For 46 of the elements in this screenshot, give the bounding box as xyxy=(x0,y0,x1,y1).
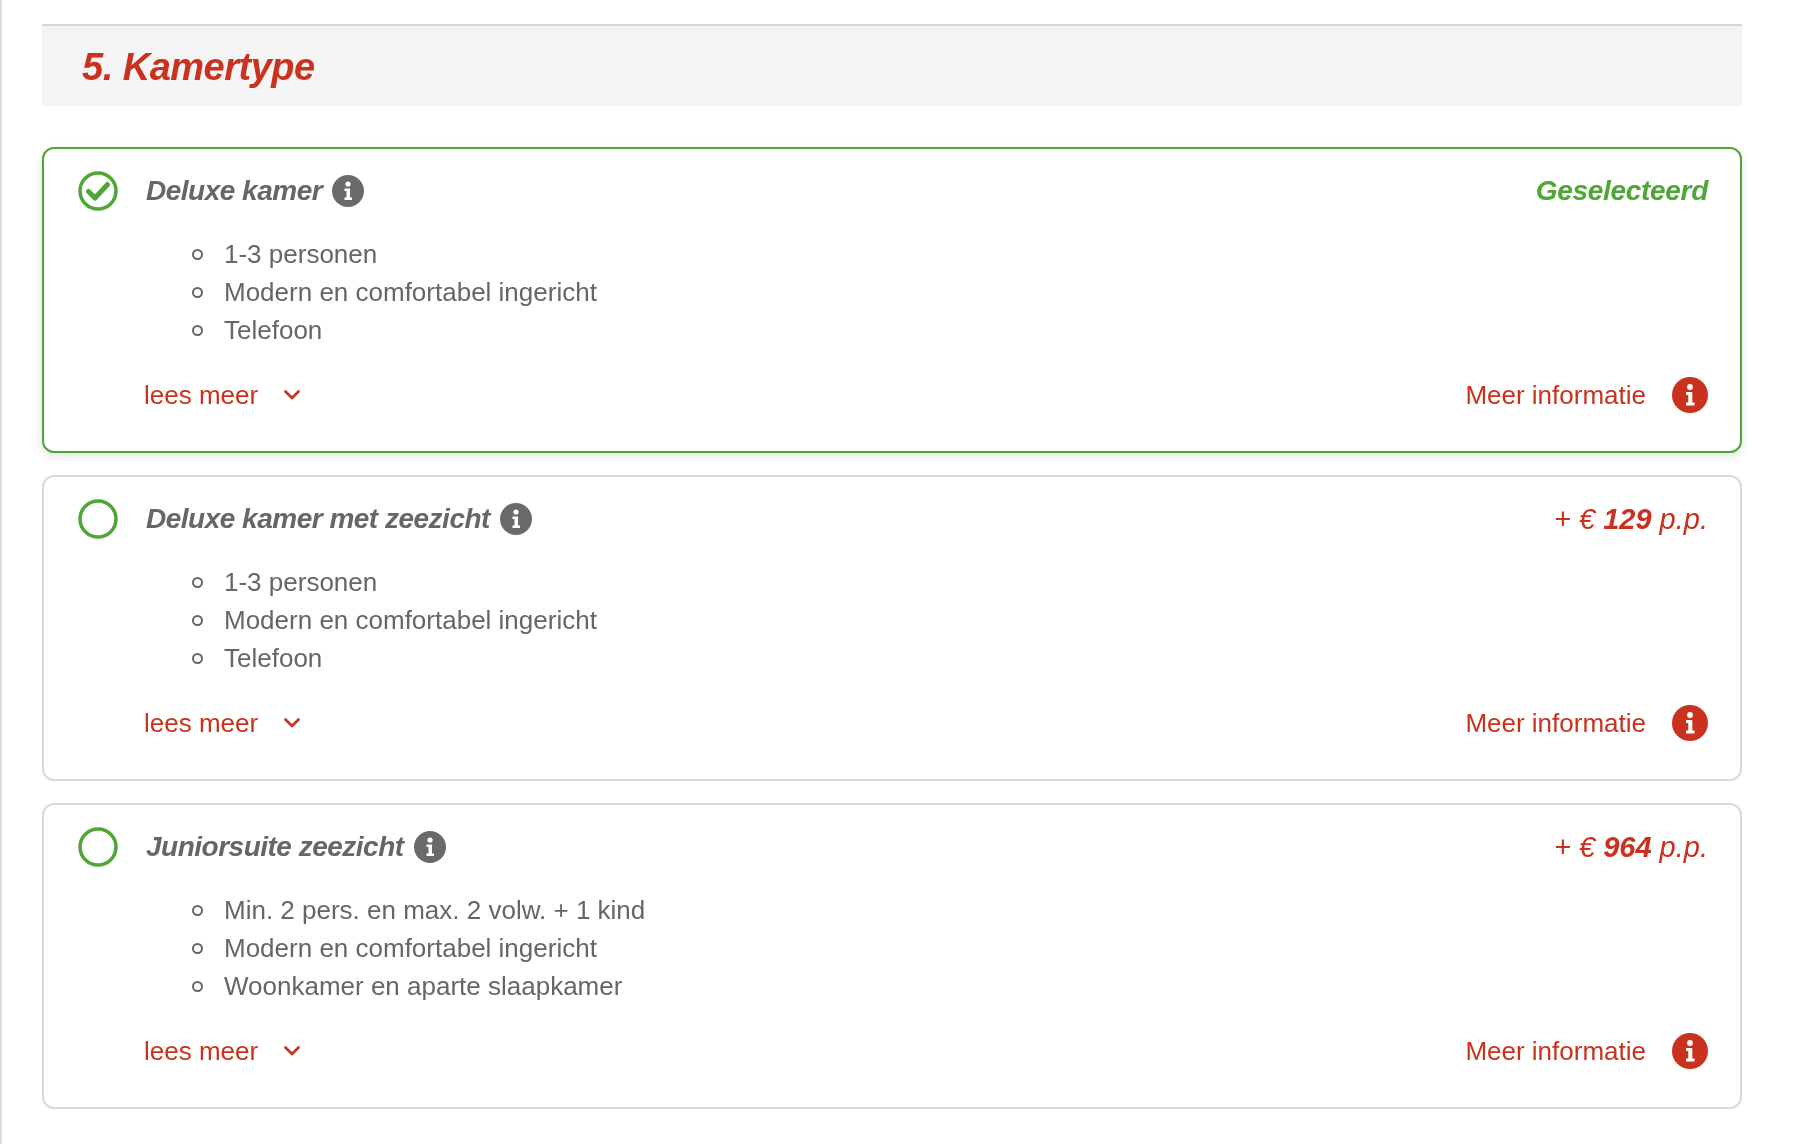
feature-text: Woonkamer en aparte slaapkamer xyxy=(224,970,623,1002)
info-icon[interactable] xyxy=(332,175,365,207)
room-title: Deluxe kamer xyxy=(146,175,323,207)
selected-label: Geselecteerd xyxy=(1535,175,1708,207)
info-icon xyxy=(1672,705,1708,741)
info-icon[interactable] xyxy=(499,503,532,535)
more-info-link[interactable]: Meer informatie xyxy=(1465,705,1708,741)
room-title: Juniorsuite zeezicht xyxy=(146,831,404,863)
bullet-icon xyxy=(192,248,203,260)
radio-button[interactable] xyxy=(78,171,118,211)
bullet-icon xyxy=(192,980,203,992)
read-more-link[interactable]: lees meer xyxy=(144,379,301,411)
feature-text: Telefoon xyxy=(224,314,323,346)
price-label: + € 129 p.p. xyxy=(1554,502,1708,536)
bullet-icon xyxy=(192,286,203,298)
price-label: + € 964 p.p. xyxy=(1554,830,1708,864)
feature-text: Modern en comfortabel ingericht xyxy=(224,604,597,636)
room-title: Deluxe kamer met zeezicht xyxy=(146,503,490,535)
feature-text: Modern en comfortabel ingericht xyxy=(224,276,597,308)
feature-text: Modern en comfortabel ingericht xyxy=(224,932,597,964)
room-option-card[interactable]: Juniorsuite zeezicht + € 964 p.p. Min. 2 pers. en max. 2 volw. + 1 kind Modern en comfortabel ingericht Woonkamer en aparte slaapkamer lees meer Meer informatie xyxy=(42,803,1742,1109)
chevron-down-icon xyxy=(284,718,301,728)
section-title: 5. Kamertype xyxy=(82,46,315,90)
room-option-card[interactable]: Deluxe kamer met zeezicht + € 129 p.p. 1-3 personen Modern en comfortabel ingericht Telefoon lees meer Meer informatie xyxy=(42,475,1742,781)
radio-button[interactable] xyxy=(78,827,118,867)
bullet-icon xyxy=(192,576,203,588)
feature-text: 1-3 personen xyxy=(224,238,378,270)
feature-text: Min. 2 pers. en max. 2 volw. + 1 kind xyxy=(224,894,646,926)
bullet-icon xyxy=(192,324,203,336)
bullet-icon xyxy=(192,652,203,664)
bullet-icon xyxy=(192,942,203,954)
read-more-link[interactable]: lees meer xyxy=(144,707,301,739)
read-more-link[interactable]: lees meer xyxy=(144,1035,301,1067)
chevron-down-icon xyxy=(284,390,301,400)
radio-button[interactable] xyxy=(78,499,118,539)
more-info-link[interactable]: Meer informatie xyxy=(1465,1033,1708,1069)
chevron-down-icon xyxy=(284,1046,301,1056)
info-icon xyxy=(1672,377,1708,413)
feature-text: Telefoon xyxy=(224,642,323,674)
more-info-link[interactable]: Meer informatie xyxy=(1465,377,1708,413)
info-icon[interactable] xyxy=(413,831,446,863)
bullet-icon xyxy=(192,904,203,916)
info-icon xyxy=(1672,1033,1708,1069)
room-option-card[interactable]: Deluxe kamer Geselecteerd 1-3 personen Modern en comfortabel ingericht Telefoon lees meer Meer informatie xyxy=(42,147,1742,453)
feature-text: 1-3 personen xyxy=(224,566,378,598)
bullet-icon xyxy=(192,614,203,626)
